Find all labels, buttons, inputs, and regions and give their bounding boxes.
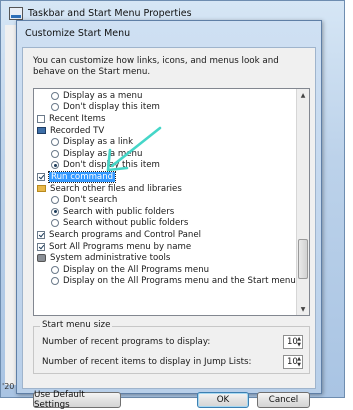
list-item-label: Search without public folders [63, 218, 189, 229]
jump-list-label: Number of recent items to display in Jum… [42, 357, 252, 367]
list-item[interactable]: Don't search [34, 194, 296, 206]
outer-window-title: Taskbar and Start Menu Properties [28, 8, 192, 19]
stepper-down-icon[interactable]: ▼ [296, 362, 302, 368]
list-item[interactable]: Display as a menu [34, 90, 296, 102]
list-item-label: Search other files and libraries [50, 183, 182, 194]
radio-button[interactable] [51, 161, 59, 170]
list-item-label: Sort All Programs menu by name [49, 241, 192, 252]
jump-list-stepper[interactable]: 10 ▲ ▼ [283, 355, 303, 369]
checkbox[interactable] [37, 172, 45, 181]
tv-icon [37, 127, 46, 135]
use-default-settings-button[interactable]: Use Default Settings [33, 390, 121, 410]
scroll-down-icon[interactable]: ▼ [297, 303, 309, 315]
list-item-label: Display as a link [63, 137, 134, 148]
start-menu-size-group: Start menu size Number of recent program… [33, 320, 310, 374]
customize-start-menu-dialog: Customize Start Menu You can customize h… [16, 20, 322, 410]
recent-programs-label: Number of recent programs to display: [42, 337, 211, 347]
list-item-label: Display on the All Programs menu [63, 264, 210, 275]
list-item[interactable]: Search without public folders [34, 218, 296, 230]
dialog-title: Customize Start Menu [25, 28, 131, 39]
intro-text: You can customize how links, icons, and … [33, 56, 279, 77]
checkbox[interactable] [37, 230, 45, 239]
checkbox[interactable] [37, 114, 45, 123]
radio-button[interactable] [51, 91, 59, 100]
outer-cut-text: '20 [2, 382, 15, 391]
radio-button[interactable] [51, 207, 59, 216]
list-item[interactable]: Run command [34, 170, 296, 183]
checkbox[interactable] [37, 242, 45, 251]
list-item-label: Search programs and Control Panel [49, 229, 202, 240]
list-item[interactable]: Recent Items [34, 113, 296, 125]
list-item[interactable]: Search programs and Control Panel [34, 229, 296, 241]
list-item: Search other files and libraries [34, 183, 296, 195]
list-item-label: Don't display this item [63, 102, 160, 113]
dialog-body: You can customize how links, icons, and … [22, 47, 316, 410]
options-list: Display as a menu Don't display this item… [34, 90, 296, 287]
list-item[interactable]: Display on the All Programs menu [34, 264, 296, 276]
radio-button[interactable] [51, 277, 59, 286]
list-item-label: System administrative tools [50, 253, 171, 264]
radio-button[interactable] [51, 138, 59, 147]
list-item-label: Display on the All Programs menu and the… [63, 276, 296, 287]
radio-button[interactable] [51, 103, 59, 112]
scroll-thumb[interactable] [298, 239, 308, 279]
list-item-label: Don't display this item [63, 160, 160, 171]
list-item-label: Display as a menu [63, 148, 143, 159]
scroll-up-icon[interactable]: ▲ [297, 89, 309, 101]
list-item[interactable]: Display as a link [34, 136, 296, 148]
cancel-button[interactable]: Cancel [257, 392, 310, 408]
folder-icon [37, 185, 46, 193]
list-item[interactable]: Don't display this item [34, 102, 296, 114]
list-item[interactable]: Display on the All Programs menu and the… [34, 276, 296, 288]
radio-button[interactable] [51, 149, 59, 158]
list-item-label: Don't search [63, 195, 118, 206]
stepper-down-icon[interactable]: ▼ [296, 342, 302, 348]
list-item-label: Run command [47, 170, 117, 183]
start-menu-size-label: Start menu size [40, 320, 113, 330]
taskbar-app-icon [9, 7, 23, 20]
list-item: System administrative tools [34, 252, 296, 264]
list-item[interactable]: Display as a menu [34, 148, 296, 160]
list-scrollbar[interactable]: ▲ ▼ [296, 89, 309, 315]
radio-button[interactable] [51, 219, 59, 228]
list-item-label: Search with public folders [63, 206, 175, 217]
list-item[interactable]: Sort All Programs menu by name [34, 241, 296, 253]
outer-title-bar: Taskbar and Start Menu Properties [9, 7, 192, 20]
ok-button[interactable]: OK [197, 392, 249, 408]
tools-icon [37, 254, 46, 263]
recent-programs-stepper[interactable]: 10 ▲ ▼ [283, 335, 303, 349]
list-item-label: Recent Items [49, 113, 106, 124]
list-item-label: Recorded TV [50, 125, 105, 136]
radio-button[interactable] [51, 265, 59, 274]
list-item-label: Display as a menu [63, 90, 143, 101]
list-item: Recorded TV [34, 125, 296, 137]
list-item[interactable]: Don't display this item [34, 160, 296, 172]
radio-button[interactable] [51, 196, 59, 205]
list-item[interactable]: Search with public folders [34, 206, 296, 218]
options-listbox[interactable]: Display as a menu Don't display this item… [33, 88, 310, 316]
